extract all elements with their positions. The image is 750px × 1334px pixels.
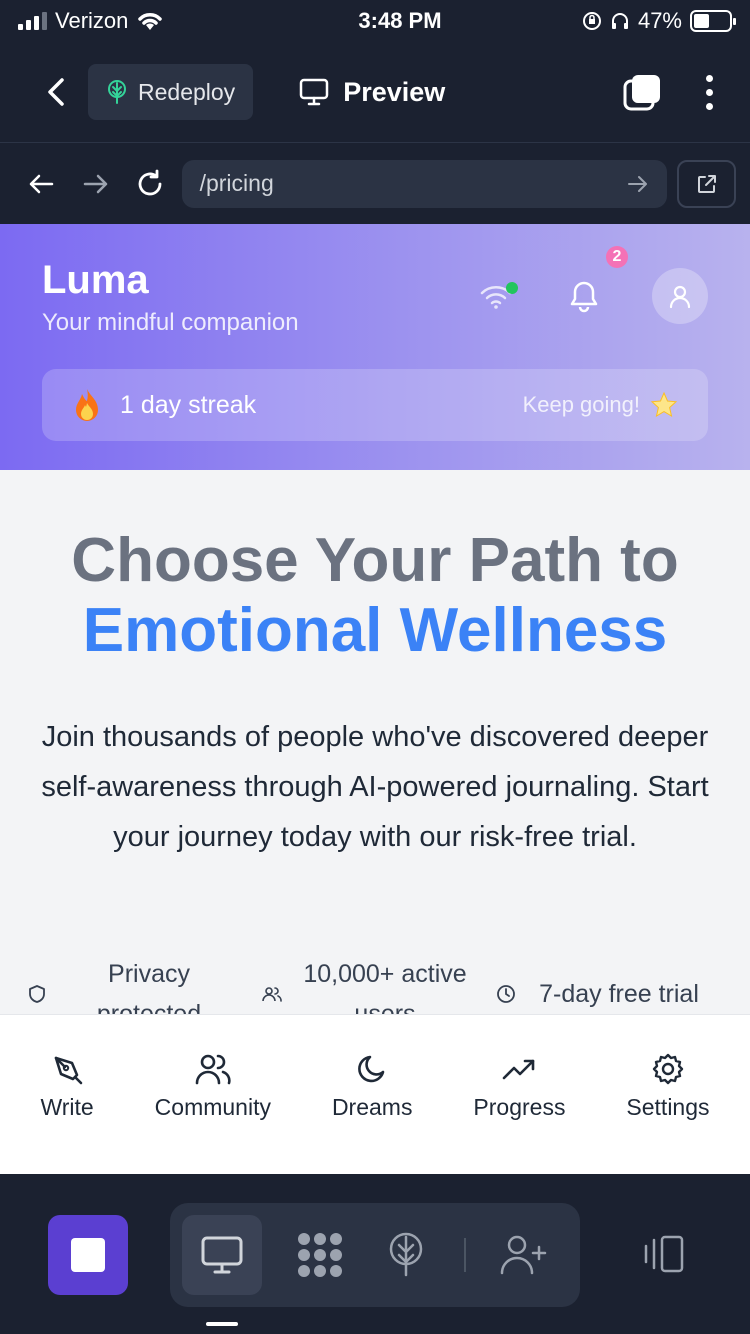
browser-bar: /pricing: [0, 142, 750, 224]
split-view-icon: [644, 1235, 684, 1273]
status-bar: Verizon 3:48 PM 47%: [0, 0, 750, 42]
redeploy-label: Redeploy: [138, 78, 236, 105]
nav-item-dreams[interactable]: Dreams: [331, 1052, 413, 1121]
home-indicator: [206, 1322, 238, 1326]
arrow-right-icon: [83, 174, 108, 193]
url-text: /pricing: [199, 170, 274, 196]
tabs-icon: [623, 75, 660, 111]
battery-icon: [690, 10, 736, 32]
clock-icon: [497, 985, 515, 1003]
bottom-navigation: Write Community Dreams Progress Settings: [0, 1014, 750, 1174]
dock-tools: [170, 1203, 580, 1307]
preview-label: Preview: [343, 76, 446, 107]
clock: 3:48 PM: [358, 8, 442, 33]
status-left: Verizon: [18, 8, 278, 34]
carrier-label: Verizon: [55, 8, 129, 33]
headline-line-1: Choose Your Path to: [71, 526, 679, 595]
url-input[interactable]: /pricing: [181, 159, 668, 208]
fire-icon: [76, 389, 98, 421]
signal-icon: [18, 12, 47, 30]
stop-button[interactable]: [48, 1215, 128, 1295]
trending-up-icon: [503, 1059, 535, 1080]
workspace-tool-button[interactable]: [292, 1227, 348, 1283]
profile-button[interactable]: [652, 268, 708, 324]
connection-status: [476, 276, 518, 316]
users-icon: [195, 1054, 231, 1085]
users-icon: [262, 987, 282, 1002]
layout-toggle-button[interactable]: [634, 1226, 690, 1282]
headphones-icon: [611, 13, 628, 29]
orientation-lock-icon: [582, 12, 601, 30]
streak-cta: Keep going!: [523, 391, 678, 419]
go-arrow-icon[interactable]: [627, 175, 649, 193]
online-indicator: [506, 282, 518, 294]
bell-icon: [570, 281, 598, 313]
bottom-dock: [0, 1174, 750, 1334]
deploy-tree-icon: [389, 1232, 423, 1277]
streak-banner[interactable]: 1 day streak Keep going!: [42, 369, 708, 441]
reload-button[interactable]: [123, 156, 178, 212]
intro-paragraph: Join thousands of people who've discover…: [41, 721, 709, 853]
nav-label-dreams: Dreams: [331, 1094, 413, 1120]
redeploy-button[interactable]: Redeploy: [88, 64, 254, 120]
status-right: 47%: [582, 8, 736, 34]
shield-icon: [29, 985, 45, 1003]
notification-badge: 2: [606, 246, 628, 268]
star-icon: [650, 391, 678, 418]
nav-label-settings: Settings: [626, 1094, 710, 1120]
browser-forward-button[interactable]: [69, 156, 124, 212]
external-link-icon: [697, 174, 716, 193]
tabs-button[interactable]: [612, 62, 672, 122]
pen-icon: [54, 1056, 83, 1085]
preview-tool-button[interactable]: [182, 1215, 262, 1295]
monitor-icon: [299, 78, 329, 106]
notifications-button[interactable]: 2: [556, 246, 628, 324]
monitor-icon: [201, 1236, 243, 1274]
nav-item-settings[interactable]: Settings: [626, 1052, 710, 1121]
nav-item-progress[interactable]: Progress: [473, 1052, 565, 1121]
browser-back-button[interactable]: [14, 156, 69, 212]
header-actions: 2: [476, 246, 708, 324]
moon-icon: [358, 1055, 385, 1083]
headline-line-2: Emotional Wellness: [82, 596, 668, 665]
pricing-intro: Choose Your Path to Emotional Wellness J…: [0, 470, 750, 862]
arrow-left-icon: [30, 174, 54, 193]
streak-cta-text: Keep going!: [522, 392, 640, 417]
nav-item-write[interactable]: Write: [40, 1052, 94, 1121]
nav-label-community: Community: [154, 1094, 271, 1120]
more-options-icon[interactable]: [694, 74, 724, 110]
user-plus-icon: [500, 1235, 547, 1275]
feature-label: 7-day free trial: [539, 980, 699, 1008]
wifi-icon: [138, 13, 163, 30]
stop-icon: [71, 1238, 105, 1272]
app-header: Luma Your mindful companion 2 1 day stre…: [0, 224, 750, 470]
streak-text: 1 day streak: [120, 390, 257, 419]
web-page: Luma Your mindful companion 2 1 day stre…: [0, 224, 750, 1174]
battery-percent: 47%: [637, 8, 682, 33]
deploy-tool-button[interactable]: [378, 1227, 434, 1283]
nav-item-community[interactable]: Community: [155, 1052, 271, 1121]
nav-label-progress: Progress: [473, 1094, 566, 1120]
chevron-left-icon: [48, 78, 64, 106]
preview-toggle[interactable]: Preview: [299, 77, 445, 108]
nav-label-write: Write: [40, 1094, 94, 1120]
dock-separator: [464, 1238, 466, 1272]
app-toolbar: Redeploy Preview: [0, 42, 750, 142]
reload-icon: [138, 169, 162, 195]
open-external-button[interactable]: [677, 159, 736, 208]
user-icon: [669, 285, 691, 309]
deploy-tree-icon: [108, 80, 126, 104]
streak-info: 1 day streak: [72, 387, 523, 423]
dots-grid-icon: [298, 1233, 342, 1277]
gear-icon: [652, 1053, 684, 1085]
invite-user-button[interactable]: [496, 1227, 552, 1283]
back-button[interactable]: [26, 62, 86, 122]
